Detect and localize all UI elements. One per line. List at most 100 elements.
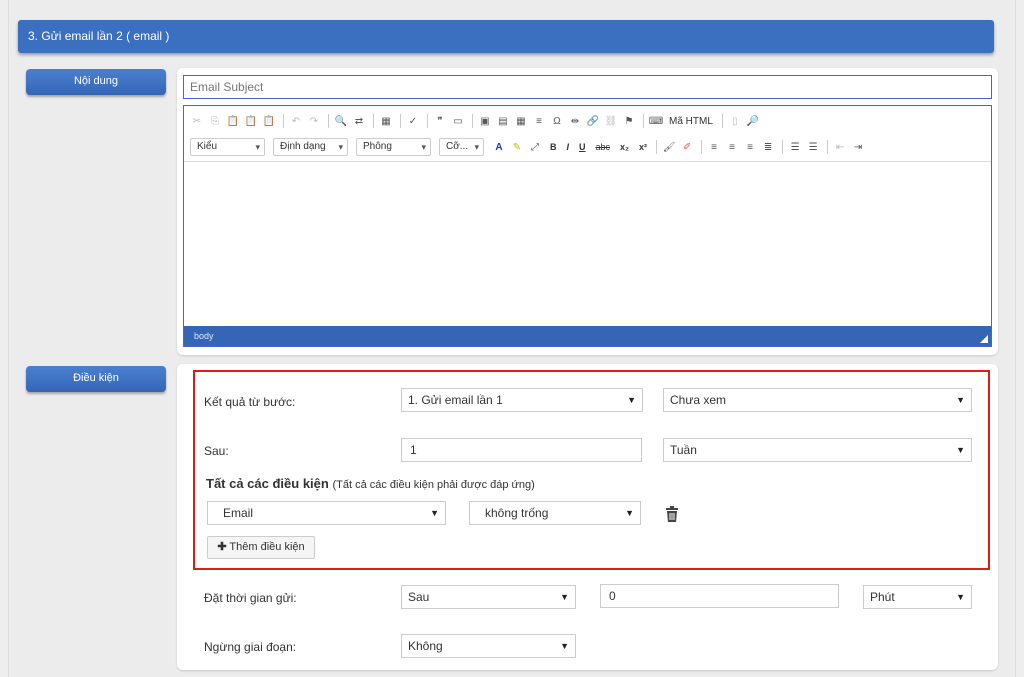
paste-text-icon[interactable]: 📋 <box>244 114 258 128</box>
chevron-down-icon: ▼ <box>560 641 569 651</box>
toolbar-divider <box>643 114 644 128</box>
rule-field-select[interactable]: Email ▼ <box>207 501 446 525</box>
bullet-list-icon[interactable]: ☰ <box>806 140 820 154</box>
blockquote-icon[interactable]: ❞ <box>433 114 447 128</box>
editor-content-area[interactable] <box>184 162 991 327</box>
text-color-icon[interactable]: A <box>492 140 506 154</box>
select-all-icon[interactable]: ▦ <box>379 114 393 128</box>
preview-icon[interactable]: 🔎 <box>746 114 760 128</box>
superscript-button[interactable]: x² <box>639 142 647 152</box>
all-conditions-title: Tất cả các điều kiện <box>206 476 329 491</box>
indent-icon[interactable]: ⇥ <box>851 140 865 154</box>
format-combo[interactable]: Định dạng <box>273 138 348 156</box>
table-icon[interactable]: ▦ <box>514 114 528 128</box>
send-time-label: Đặt thời gian gửi: <box>204 591 297 605</box>
chevron-down-icon: ▼ <box>430 508 439 518</box>
bg-color-icon[interactable]: ✎ <box>510 140 524 154</box>
after-unit-select[interactable]: Tuần ▼ <box>663 438 972 462</box>
editor-toolbar: ✂ ⎘ 📋 📋 📋 ↶ ↷ 🔍 ⇄ ▦ ✓ ❞ ▭ ▣ ▤ ▦ ≡ Ω ⇹ 🔗 <box>184 106 991 162</box>
result-from-step-label: Kết quả từ bước: <box>204 395 296 409</box>
toolbar-divider <box>283 114 284 128</box>
replace-icon[interactable]: ⇄ <box>352 114 366 128</box>
remove-format-icon[interactable]: ✐ <box>680 140 694 154</box>
copy-format-icon[interactable]: 🖌 <box>662 140 676 154</box>
chevron-down-icon: ▼ <box>956 395 965 405</box>
send-unit-select[interactable]: Phút ▼ <box>863 585 972 609</box>
chevron-down-icon: ▼ <box>627 395 636 405</box>
result-status-select[interactable]: Chưa xem ▼ <box>663 388 972 412</box>
templates-icon[interactable]: ▯ <box>728 114 742 128</box>
toolbar-divider <box>701 140 703 154</box>
toolbar-divider <box>782 140 784 154</box>
send-when-value: Sau <box>408 590 430 604</box>
source-icon[interactable]: ⌨ <box>649 114 663 128</box>
spellcheck-icon[interactable]: ✓ <box>406 114 420 128</box>
font-combo[interactable]: Phông <box>356 138 431 156</box>
style-combo[interactable]: Kiểu <box>190 138 265 156</box>
add-condition-button[interactable]: ✚ Thêm điều kiện <box>207 536 315 559</box>
unlink-icon[interactable]: ⛓ <box>604 114 618 128</box>
toolbar-divider <box>400 114 401 128</box>
bold-button[interactable]: B <box>550 142 557 152</box>
page-break-icon[interactable]: ⇹ <box>568 114 582 128</box>
redo-icon[interactable]: ↷ <box>307 114 321 128</box>
chevron-down-icon: ▼ <box>956 445 965 455</box>
undo-icon[interactable]: ↶ <box>289 114 303 128</box>
special-char-icon[interactable]: Ω <box>550 114 564 128</box>
cut-icon[interactable]: ✂ <box>190 114 204 128</box>
align-center-icon[interactable]: ≡ <box>725 140 739 154</box>
find-icon[interactable]: 🔍 <box>334 114 348 128</box>
italic-button[interactable]: I <box>567 142 570 152</box>
align-left-icon[interactable]: ≡ <box>707 140 721 154</box>
copy-icon[interactable]: ⎘ <box>208 114 222 128</box>
after-label: Sau: <box>204 444 229 458</box>
result-step-select[interactable]: 1. Gửi email lần 1 ▼ <box>401 388 643 412</box>
align-right-icon[interactable]: ≡ <box>743 140 757 154</box>
paste-word-icon[interactable]: 📋 <box>262 114 276 128</box>
rule-operator-select[interactable]: không trống ▼ <box>469 501 641 525</box>
send-unit-value: Phút <box>870 590 895 604</box>
anchor-icon[interactable]: ⚑ <box>622 114 636 128</box>
content-section-button[interactable]: Nội dung <box>26 69 166 95</box>
horizontal-rule-icon[interactable]: ≡ <box>532 114 546 128</box>
toolbar-divider <box>656 140 658 154</box>
editor-status-bar: body <box>184 326 991 346</box>
flash-icon[interactable]: ▤ <box>496 114 510 128</box>
toolbar-divider <box>721 114 723 128</box>
div-icon[interactable]: ▭ <box>451 114 465 128</box>
after-unit-value: Tuần <box>670 443 697 457</box>
numbered-list-icon[interactable]: ☰ <box>788 140 802 154</box>
email-subject-input[interactable]: Email Subject <box>183 75 992 99</box>
trash-icon[interactable] <box>665 506 679 522</box>
all-conditions-subtitle: (Tất cả các điều kiện phải được đáp ứng) <box>332 479 535 491</box>
send-when-select[interactable]: Sau ▼ <box>401 585 576 609</box>
element-path[interactable]: body <box>194 331 214 341</box>
chevron-down-icon: ▼ <box>625 508 634 518</box>
size-combo[interactable]: Cỡ... <box>439 138 484 156</box>
subscript-button[interactable]: x₂ <box>620 142 629 152</box>
stop-stage-select[interactable]: Không ▼ <box>401 634 576 658</box>
add-condition-label: Thêm điều kiện <box>229 541 305 553</box>
link-icon[interactable]: 🔗 <box>586 114 600 128</box>
paste-icon[interactable]: 📋 <box>226 114 240 128</box>
conditions-section-button[interactable]: Điều kiện <box>26 366 166 392</box>
justify-icon[interactable]: ≣ <box>761 140 775 154</box>
toolbar-divider <box>827 140 829 154</box>
image-icon[interactable]: ▣ <box>478 114 492 128</box>
rich-text-editor[interactable]: ✂ ⎘ 📋 📋 📋 ↶ ↷ 🔍 ⇄ ▦ ✓ ❞ ▭ ▣ ▤ ▦ ≡ Ω ⇹ 🔗 <box>183 105 992 347</box>
after-amount-input[interactable]: 1 <box>401 438 642 462</box>
stop-stage-value: Không <box>408 639 443 653</box>
maximize-icon[interactable]: ⤢ <box>528 140 542 154</box>
send-amount-input[interactable]: 0 <box>600 584 839 608</box>
underline-button[interactable]: U <box>579 142 586 152</box>
stop-stage-label: Ngừng giai đoạn: <box>204 640 297 654</box>
strike-button[interactable]: abc <box>596 142 611 152</box>
step-header[interactable]: 3. Gửi email lần 2 ( email ) <box>18 20 994 53</box>
source-html-button[interactable]: Mã HTML <box>669 116 713 127</box>
all-conditions-heading: Tất cả các điều kiện (Tất cả các điều ki… <box>206 476 535 491</box>
resize-handle-icon[interactable] <box>980 335 988 343</box>
toolbar-divider <box>427 114 428 128</box>
result-status-value: Chưa xem <box>670 393 727 407</box>
outdent-icon[interactable]: ⇤ <box>833 140 847 154</box>
toolbar-divider <box>373 114 374 128</box>
